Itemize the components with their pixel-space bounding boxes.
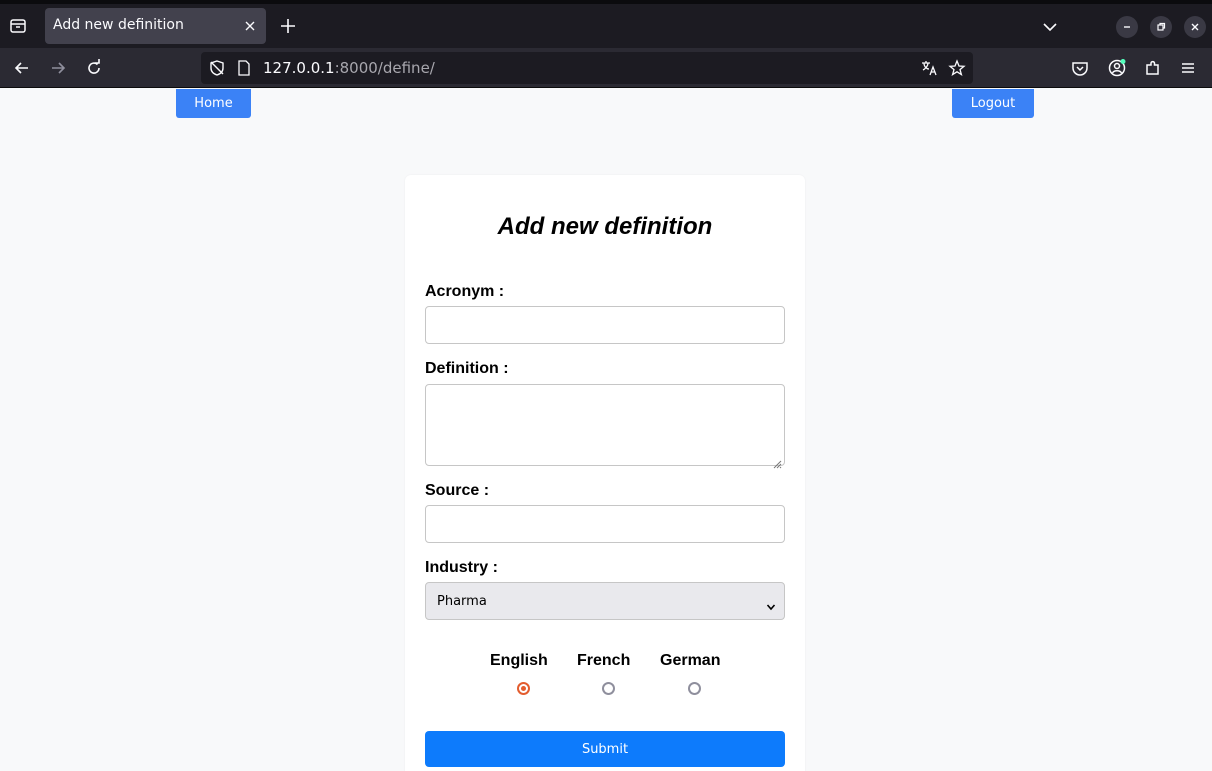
reload-icon[interactable] bbox=[84, 58, 104, 78]
browser-nav-bar: 127.0.0.1:8000/define/ bbox=[0, 48, 1212, 88]
tracking-shield-icon[interactable] bbox=[208, 59, 226, 81]
chevron-down-icon bbox=[766, 597, 776, 611]
page-content: Home Logout Add new definition Acronym :… bbox=[0, 89, 1212, 771]
language-label-german: German bbox=[660, 652, 721, 669]
radio-french[interactable] bbox=[602, 682, 615, 695]
restore-icon[interactable] bbox=[1150, 16, 1172, 38]
submit-button[interactable]: Submit bbox=[425, 731, 785, 767]
industry-select[interactable]: Pharma bbox=[425, 582, 785, 620]
chevron-down-icon[interactable] bbox=[1041, 18, 1059, 36]
menu-icon[interactable] bbox=[1178, 58, 1198, 78]
browser-tab-bar: Add new definition bbox=[0, 0, 1212, 48]
close-icon[interactable] bbox=[242, 18, 258, 34]
language-label-french: French bbox=[577, 652, 631, 669]
url-text: 127.0.0.1:8000/define/ bbox=[263, 59, 435, 77]
definition-form-card: Add new definition Acronym : Definition … bbox=[405, 175, 805, 771]
resize-grip-icon[interactable] bbox=[773, 454, 782, 469]
radio-german[interactable] bbox=[688, 682, 701, 695]
definition-textarea[interactable] bbox=[425, 384, 785, 469]
url-bar[interactable]: 127.0.0.1:8000/define/ bbox=[201, 52, 973, 84]
industry-selected-value: Pharma bbox=[437, 594, 487, 609]
language-label-english: English bbox=[490, 652, 548, 669]
browser-tab[interactable]: Add new definition bbox=[45, 8, 266, 44]
source-input[interactable] bbox=[425, 505, 785, 543]
tab-title: Add new definition bbox=[53, 17, 184, 33]
translate-icon[interactable] bbox=[920, 59, 938, 81]
industry-label: Industry : bbox=[425, 559, 498, 576]
forward-icon[interactable] bbox=[48, 58, 68, 78]
url-path: :8000/define/ bbox=[334, 59, 435, 77]
star-icon[interactable] bbox=[948, 59, 966, 81]
tab-list-icon[interactable] bbox=[6, 14, 30, 38]
definition-label: Definition : bbox=[425, 360, 509, 377]
close-window-icon[interactable] bbox=[1184, 16, 1206, 38]
home-button[interactable]: Home bbox=[176, 89, 251, 118]
page-icon bbox=[237, 60, 251, 80]
acronym-label: Acronym : bbox=[425, 283, 505, 300]
account-icon[interactable] bbox=[1107, 58, 1127, 78]
form-title: Add new definition bbox=[497, 213, 713, 240]
plus-icon[interactable] bbox=[278, 16, 298, 36]
url-host: 127.0.0.1 bbox=[263, 59, 335, 77]
logout-button[interactable]: Logout bbox=[952, 89, 1034, 118]
minimize-icon[interactable] bbox=[1116, 16, 1138, 38]
radio-english[interactable] bbox=[517, 682, 530, 695]
source-label: Source : bbox=[425, 482, 490, 499]
extensions-icon[interactable] bbox=[1143, 58, 1163, 78]
acronym-input[interactable] bbox=[425, 306, 785, 344]
back-icon[interactable] bbox=[12, 58, 32, 78]
pocket-icon[interactable] bbox=[1070, 58, 1090, 78]
